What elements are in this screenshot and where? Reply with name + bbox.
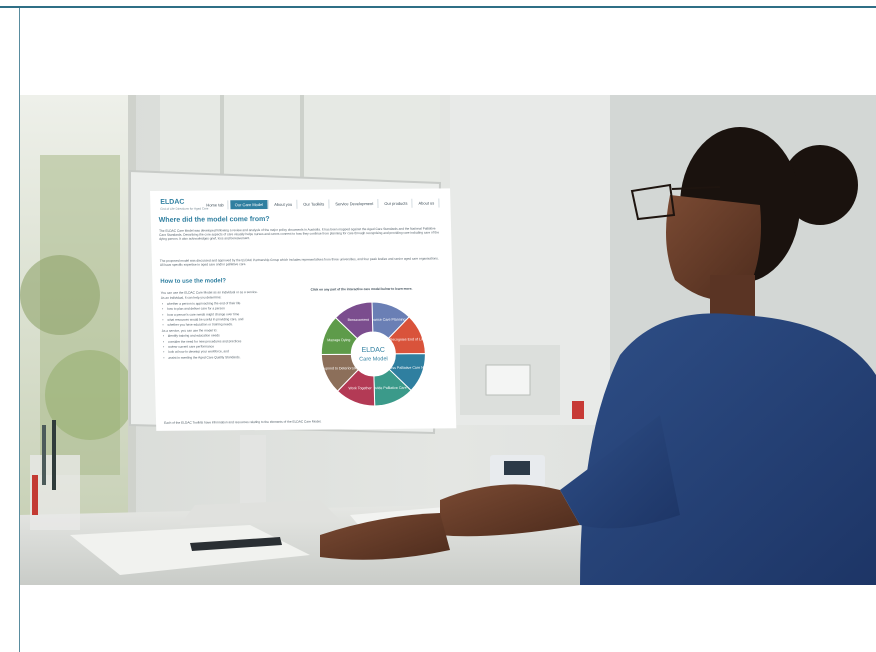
eldac-logo-subtitle: End of Life Directions for Aged Care [160, 206, 209, 211]
wheel-segment-label: Work Together [348, 386, 372, 390]
nav-item: Our Toolkits [299, 199, 330, 209]
wheel-segment-label: Advance Care Planning [368, 318, 406, 322]
nav-item: About us [414, 198, 440, 208]
eldac-logo: ELDAC [160, 198, 185, 206]
screen-usage-column: You can use the ELDAC Care Model as an i… [161, 290, 291, 361]
top-border [0, 6, 876, 8]
monitor-screen: ELDAC End of Life Directions for Aged Ca… [150, 188, 457, 431]
screen-footer-note: Each of the ELDAC Toolkits have informat… [164, 419, 322, 425]
wheel-segment-label: Manage Dying [327, 338, 350, 342]
wheel-segment-label: Respond to Deterioration [319, 366, 359, 370]
wheel-segment-label: Provide Palliative Care [370, 386, 406, 390]
screen-paragraph-2: The proposed model was discussed and app… [159, 256, 439, 268]
wheel-center-label: Care Model [359, 356, 388, 362]
screen-heading-main: Where did the model come from? [158, 215, 270, 224]
nav-item: About you [270, 199, 298, 209]
photo: ELDAC End of Life Directions for Aged Ca… [20, 95, 876, 585]
nav-item: Our products [380, 198, 413, 208]
page-frame: ELDAC End of Life Directions for Aged Ca… [0, 0, 876, 652]
screen-paragraph-1: The ELDAC Care Model was developed follo… [158, 226, 440, 242]
individual-item: whether you have education or training n… [161, 322, 289, 329]
screen-heading-how: How to use the model? [160, 278, 227, 285]
service-item: assist in meeting the Aged Care Quality … [162, 355, 290, 362]
nav-item-active: Our Care Model [230, 199, 269, 210]
wheel-center-label: ELDAC [361, 347, 385, 354]
wheel-segment-label: Recognise End of Life [390, 337, 425, 341]
nav-item: Service Development [331, 199, 379, 209]
wheel-segment-label: Bereavement [348, 318, 369, 322]
site-nav: Home tab Our Care Model About you Our To… [202, 198, 440, 210]
care-model-wheel: Advance Care Planning Recognise End of Li… [319, 301, 430, 407]
wheel-instruction: Click on any part of the interactive car… [310, 286, 413, 292]
nav-item: Home tab [202, 200, 229, 210]
wheel-segment-label: Assess Palliative Care Needs [384, 366, 430, 370]
